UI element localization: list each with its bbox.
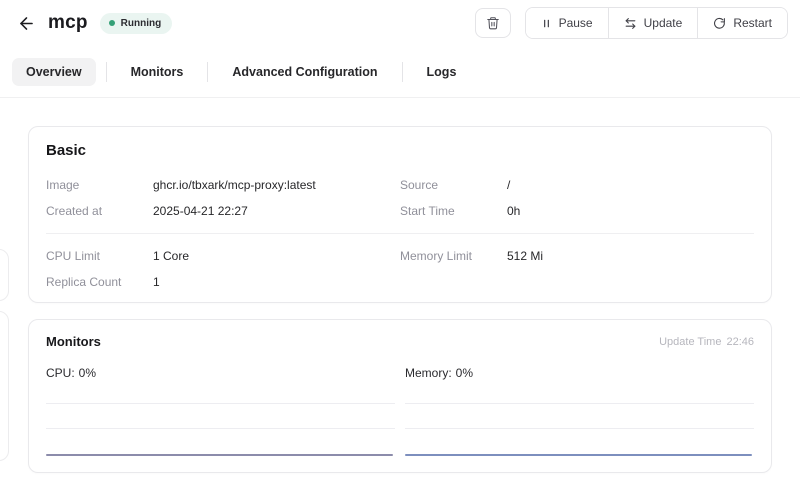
cpu-limit-label: CPU Limit	[46, 248, 153, 264]
metrics-row: CPU: 0% Memory: 0%	[46, 366, 754, 380]
restart-button[interactable]: Restart	[697, 8, 787, 38]
monitors-card-title: Monitors	[46, 334, 101, 349]
main-content: Basic Image ghcr.io/tbxark/mcp-proxy:lat…	[0, 98, 800, 473]
monitors-card: Monitors Update Time 22:46 CPU: 0% Memor…	[28, 319, 772, 473]
chart-gridline	[46, 428, 395, 429]
tab-monitors[interactable]: Monitors	[117, 58, 198, 86]
restart-icon	[713, 17, 726, 30]
memory-metric: Memory: 0%	[405, 366, 754, 380]
chart-gridline	[46, 403, 395, 404]
status-dot-icon	[109, 20, 115, 26]
trash-icon	[486, 16, 500, 30]
chart-gridline	[405, 428, 754, 429]
cpu-metric-value: 0%	[79, 366, 96, 380]
created-at-value: 2025-04-21 22:27	[153, 203, 400, 219]
memory-chart-line	[405, 454, 752, 456]
header: mcp Running Pause Update Restart	[0, 0, 800, 46]
cpu-chart	[46, 403, 395, 456]
restart-button-label: Restart	[733, 16, 772, 30]
arrow-left-icon	[17, 14, 36, 33]
update-time-label: Update Time	[659, 336, 721, 348]
delete-button[interactable]	[475, 8, 511, 38]
basic-section-divider	[46, 233, 754, 234]
basic-fields: Image ghcr.io/tbxark/mcp-proxy:latest So…	[46, 177, 754, 290]
update-time: Update Time 22:46	[659, 336, 754, 348]
status-label: Running	[121, 18, 162, 29]
back-button[interactable]	[14, 11, 38, 35]
basic-card: Basic Image ghcr.io/tbxark/mcp-proxy:lat…	[28, 126, 772, 303]
status-badge: Running	[100, 13, 173, 34]
tab-bar: Overview Monitors Advanced Configuration…	[0, 46, 800, 97]
tab-overview[interactable]: Overview	[12, 58, 96, 86]
arrows-left-right-icon	[624, 17, 637, 30]
pause-button-label: Pause	[559, 16, 593, 30]
start-time-value: 0h	[507, 203, 754, 219]
update-button-label: Update	[644, 16, 683, 30]
memory-metric-label: Memory:	[405, 366, 452, 380]
basic-card-title: Basic	[46, 142, 754, 159]
pause-button[interactable]: Pause	[526, 8, 608, 38]
tab-separator	[207, 62, 208, 82]
tab-logs[interactable]: Logs	[413, 58, 471, 86]
memory-limit-value: 512 Mi	[507, 248, 754, 264]
replica-count-label: Replica Count	[46, 274, 153, 290]
chart-gridline	[405, 403, 754, 404]
page-title: mcp	[48, 12, 88, 34]
image-label: Image	[46, 177, 153, 193]
tab-separator	[106, 62, 107, 82]
update-time-value: 22:46	[726, 336, 754, 348]
cpu-metric: CPU: 0%	[46, 366, 395, 380]
created-at-label: Created at	[46, 203, 153, 219]
action-button-group: Pause Update Restart	[525, 7, 788, 39]
cpu-chart-line	[46, 454, 393, 456]
monitors-header: Monitors Update Time 22:46	[46, 334, 754, 349]
memory-chart	[405, 403, 754, 456]
tab-advanced-configuration[interactable]: Advanced Configuration	[218, 58, 391, 86]
source-label: Source	[400, 177, 507, 193]
tab-separator	[402, 62, 403, 82]
memory-metric-value: 0%	[456, 366, 473, 380]
charts-row	[46, 403, 754, 456]
cpu-limit-value: 1 Core	[153, 248, 400, 264]
replica-count-value: 1	[153, 274, 400, 290]
update-button[interactable]: Update	[608, 8, 698, 38]
cpu-metric-label: CPU:	[46, 366, 75, 380]
pause-icon	[541, 18, 552, 29]
memory-limit-label: Memory Limit	[400, 248, 507, 264]
source-value: /	[507, 177, 754, 193]
start-time-label: Start Time	[400, 203, 507, 219]
image-value: ghcr.io/tbxark/mcp-proxy:latest	[153, 177, 400, 193]
